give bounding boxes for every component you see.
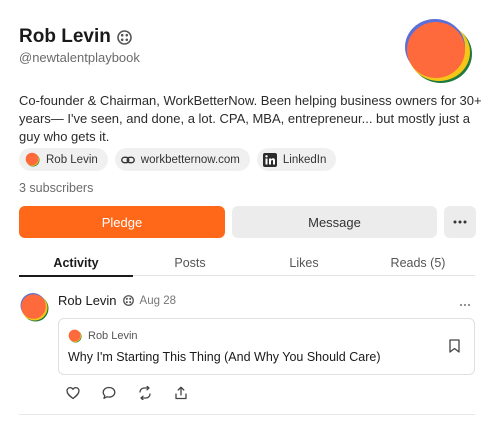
profile-links: Rob Levin workbetternow.com LinkedIn	[19, 148, 337, 171]
tab-likes[interactable]: Likes	[247, 250, 361, 276]
profile-actions: Pledge Message	[19, 206, 476, 238]
profile-bio: Co-founder & Chairman, WorkBetterNow. Be…	[19, 93, 482, 144]
post-title[interactable]: Why I'm Starting This Thing (And Why You…	[68, 350, 381, 364]
subscriber-count: 3 subscribers	[19, 181, 94, 195]
comment-icon[interactable]	[102, 386, 116, 400]
tab-activity[interactable]: Activity	[19, 250, 133, 277]
link-chip-label: workbetternow.com	[140, 153, 240, 166]
link-chip-label: LinkedIn	[282, 153, 327, 166]
post-author-line: Rob Levin Aug 28	[58, 293, 176, 308]
bookmark-button[interactable]	[449, 339, 460, 358]
pledge-button[interactable]: Pledge	[19, 206, 225, 238]
tab-posts[interactable]: Posts	[133, 250, 247, 276]
post-date: Aug 28	[139, 294, 176, 307]
link-chip-label: Rob Levin	[46, 153, 98, 166]
tab-reads[interactable]: Reads (5)	[361, 250, 475, 276]
link-chip-website[interactable]: workbetternow.com	[114, 148, 250, 171]
link-icon	[120, 156, 135, 163]
profile-name: Rob Levin	[19, 26, 132, 48]
profile-name-text: Rob Levin	[19, 26, 111, 47]
avatar-icon	[68, 329, 82, 343]
bookmark-icon	[449, 339, 460, 353]
post-more-button[interactable]	[459, 294, 471, 312]
more-horizontal-icon	[453, 220, 467, 224]
card-author-name: Rob Levin	[88, 330, 138, 342]
divider	[19, 414, 475, 415]
avatar-icon	[25, 152, 40, 167]
heart-icon[interactable]	[66, 386, 80, 400]
more-horizontal-icon	[459, 303, 471, 307]
profile-handle: @newtalentplaybook	[19, 50, 140, 65]
post-author-name[interactable]: Rob Levin	[58, 293, 117, 308]
post-author-avatar[interactable]	[19, 292, 49, 322]
profile-avatar[interactable]	[403, 16, 473, 84]
link-chip-profile[interactable]: Rob Levin	[19, 148, 108, 171]
post-actions	[66, 386, 188, 400]
link-chip-linkedin[interactable]: LinkedIn	[256, 148, 337, 171]
linkedin-icon	[262, 152, 277, 167]
profile-tabs: Activity Posts Likes Reads (5)	[19, 250, 475, 277]
verified-badge-icon	[117, 29, 132, 45]
more-options-button[interactable]	[444, 206, 476, 238]
post-card[interactable]: Rob Levin Why I'm Starting This Thing (A…	[58, 318, 475, 375]
share-icon[interactable]	[174, 386, 188, 400]
verified-badge-icon	[122, 295, 134, 306]
message-button[interactable]: Message	[232, 206, 437, 238]
card-author: Rob Levin	[68, 329, 138, 343]
restack-icon[interactable]	[138, 386, 152, 400]
